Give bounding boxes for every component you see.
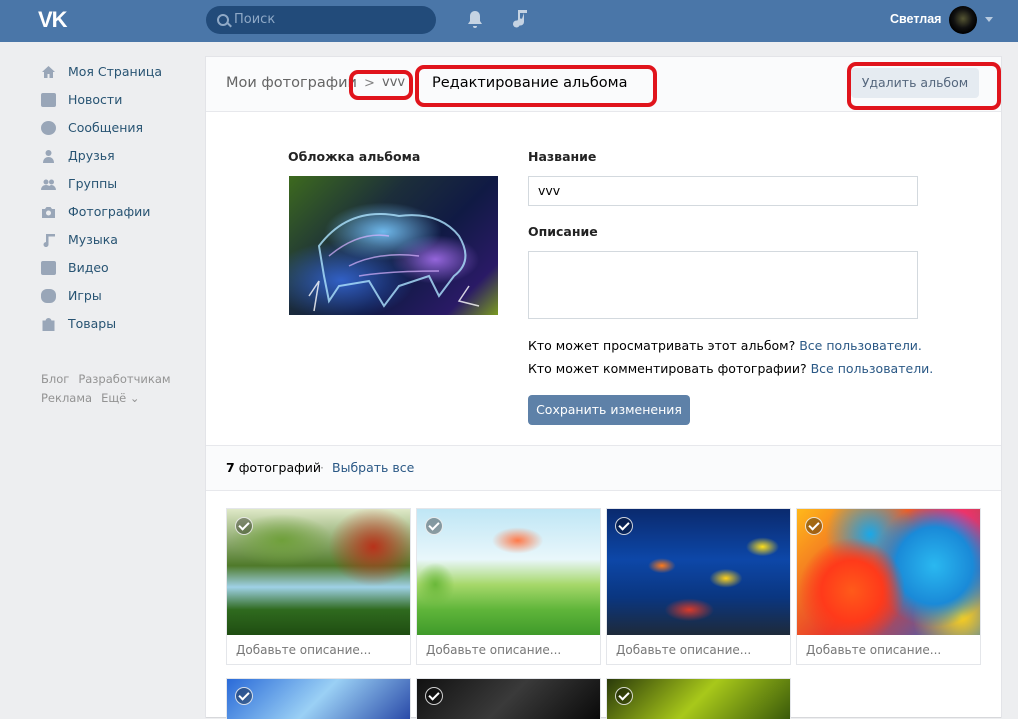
- cover-art: [308, 213, 480, 312]
- comment-privacy-row: Кто может комментировать фотографии? Все…: [528, 361, 933, 376]
- sidebar-footer: Блог Разработчикам Реклама Ещё ⌄: [41, 370, 180, 408]
- bag-icon: [42, 318, 55, 331]
- description-label: Описание: [528, 224, 598, 239]
- select-checkbox[interactable]: [235, 687, 253, 705]
- separator-dot: ·: [320, 460, 324, 475]
- view-privacy-link[interactable]: Все пользователи.: [799, 338, 922, 353]
- sidebar-item-groups[interactable]: Группы: [38, 170, 198, 198]
- add-description-link[interactable]: Добавьте описание...: [426, 643, 561, 657]
- view-privacy-question: Кто может просматривать этот альбом?: [528, 338, 796, 353]
- sidebar-item-games[interactable]: Игры: [38, 282, 198, 310]
- photo-tile[interactable]: [416, 678, 601, 719]
- search-input[interactable]: Поиск: [206, 6, 436, 34]
- sidebar-item-market[interactable]: Товары: [38, 310, 198, 338]
- friends-icon: [43, 150, 54, 163]
- select-checkbox[interactable]: [235, 517, 253, 535]
- select-checkbox[interactable]: [425, 517, 443, 535]
- green-abstract-photo[interactable]: [607, 679, 790, 719]
- sidebar-item-label: Группы: [68, 176, 118, 191]
- developers-link[interactable]: Разработчикам: [78, 372, 170, 386]
- photo-count-label: фотографий: [238, 460, 322, 475]
- top-bar: VK Поиск Светлая: [0, 0, 1018, 42]
- bell-icon[interactable]: [466, 10, 484, 30]
- avatar[interactable]: [949, 6, 977, 34]
- home-icon: [42, 66, 55, 78]
- dark-animal-photo[interactable]: [417, 679, 600, 719]
- comment-privacy-question: Кто может комментировать фотографии?: [528, 361, 807, 376]
- user-name[interactable]: Светлая: [890, 12, 941, 26]
- sidebar-item-photos[interactable]: Фотографии: [38, 198, 198, 226]
- name-label: Название: [528, 149, 597, 164]
- photo-count: 7 фотографий: [226, 460, 321, 475]
- sidebar-item-messages[interactable]: Сообщения: [38, 114, 198, 142]
- add-description-link[interactable]: Добавьте описание...: [806, 643, 941, 657]
- cartoon-landscape-photo[interactable]: [417, 509, 600, 635]
- search-placeholder: Поиск: [234, 12, 276, 27]
- sidebar-item-label: Фотографии: [68, 204, 151, 219]
- photo-tile[interactable]: Добавьте описание...: [606, 508, 791, 665]
- gamepad-icon: [41, 289, 56, 303]
- sidebar: Моя Страница Новости Сообщения Друзья Гр…: [38, 58, 198, 338]
- ads-link[interactable]: Реклама: [41, 391, 92, 405]
- sidebar-item-news[interactable]: Новости: [38, 86, 198, 114]
- search-icon: [217, 14, 229, 26]
- breadcrumb-photos[interactable]: Мои фотографии: [226, 75, 357, 91]
- chevron-down-icon[interactable]: [985, 17, 993, 22]
- sidebar-item-label: Моя Страница: [68, 64, 162, 79]
- save-changes-button[interactable]: Сохранить изменения: [528, 395, 690, 425]
- photo-tile[interactable]: Добавьте описание...: [796, 508, 981, 665]
- camera-icon: [42, 207, 55, 218]
- album-cover-image[interactable]: [289, 176, 498, 315]
- sidebar-item-label: Игры: [68, 288, 102, 303]
- highlight-breadcrumb-album: [349, 70, 413, 100]
- sidebar-item-label: Друзья: [68, 148, 115, 163]
- album-name-field[interactable]: vvv: [528, 176, 918, 206]
- view-privacy-row: Кто может просматривать этот альбом? Все…: [528, 338, 922, 353]
- highlight-page-title: [415, 65, 657, 107]
- comment-privacy-link[interactable]: Все пользователи.: [811, 361, 934, 376]
- photo-tile[interactable]: Добавьте описание...: [416, 508, 601, 665]
- sidebar-item-my-page[interactable]: Моя Страница: [38, 58, 198, 86]
- add-description-link[interactable]: Добавьте описание...: [236, 643, 371, 657]
- select-checkbox[interactable]: [805, 517, 823, 535]
- sidebar-item-music[interactable]: Музыка: [38, 226, 198, 254]
- vk-logo[interactable]: VK: [38, 8, 76, 32]
- album-edit-card: Мои фотографии > vvv Редактирование альб…: [206, 57, 1001, 719]
- select-checkbox[interactable]: [615, 517, 633, 535]
- sidebar-item-video[interactable]: Видео: [38, 254, 198, 282]
- cover-label: Обложка альбома: [288, 149, 421, 164]
- music-note-icon[interactable]: [511, 8, 529, 30]
- groups-icon: [41, 179, 56, 190]
- select-checkbox[interactable]: [425, 687, 443, 705]
- sidebar-item-label: Сообщения: [68, 120, 144, 135]
- photo-tile[interactable]: [606, 678, 791, 719]
- sidebar-item-label: Видео: [68, 260, 109, 275]
- blue-abstract-photo[interactable]: [227, 679, 410, 719]
- sidebar-item-friends[interactable]: Друзья: [38, 142, 198, 170]
- photo-count-number: 7: [226, 460, 235, 475]
- blog-link[interactable]: Блог: [41, 372, 69, 386]
- music-icon: [43, 234, 55, 247]
- sidebar-item-label: Товары: [68, 316, 117, 331]
- colorful-flowers-photo[interactable]: [797, 509, 980, 635]
- select-all-link[interactable]: Выбрать все: [332, 460, 414, 475]
- album-description-field[interactable]: [528, 251, 918, 319]
- select-checkbox[interactable]: [615, 687, 633, 705]
- add-description-link[interactable]: Добавьте описание...: [616, 643, 751, 657]
- sidebar-item-label: Музыка: [68, 232, 118, 247]
- photos-section-header: 7 фотографий · Выбрать все: [206, 445, 1001, 491]
- more-link[interactable]: Ещё ⌄: [101, 391, 139, 405]
- highlight-delete-button: [847, 62, 1001, 110]
- video-icon: [41, 261, 56, 275]
- photo-tile[interactable]: Добавьте описание...: [226, 508, 411, 665]
- forest-lake-photo[interactable]: [227, 509, 410, 635]
- messages-icon: [41, 121, 56, 135]
- sidebar-item-label: Новости: [68, 92, 123, 107]
- photo-tile[interactable]: [226, 678, 411, 719]
- tropical-fish-photo[interactable]: [607, 509, 790, 635]
- news-icon: [41, 93, 56, 107]
